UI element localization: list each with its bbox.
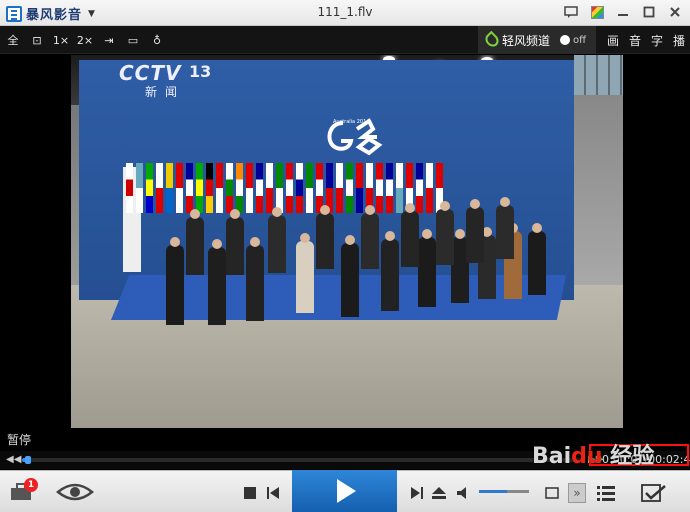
person [186, 209, 204, 275]
next-icon [411, 487, 423, 499]
stop-button[interactable] [242, 485, 258, 501]
speaker-icon [457, 487, 466, 499]
person [528, 223, 546, 295]
right-wall [574, 95, 623, 295]
app-menu[interactable]: 暴风影音 ▼ [6, 4, 95, 23]
audio-button[interactable]: 音 [624, 32, 646, 49]
flag [146, 163, 153, 213]
volume-slider[interactable] [479, 490, 529, 493]
progress-row: ◀◀ ▶▶ [0, 451, 690, 469]
subtitle-button[interactable]: 字 [646, 32, 668, 49]
g20-caption: Australia 2014 [333, 119, 370, 125]
leaf-icon [482, 30, 502, 50]
check-list-icon [641, 484, 666, 502]
play-icon [337, 479, 356, 503]
breeze-channel[interactable]: 轻风频道 off [478, 26, 596, 54]
person [418, 229, 436, 307]
eject-icon [432, 487, 446, 499]
person [466, 199, 484, 263]
breeze-toggle-state: off [573, 34, 587, 46]
person [246, 237, 264, 321]
person [268, 207, 286, 273]
top-toolbar: 全 ⊡ 1× 2× ⇥ ▭ ♁ 轻风频道 off 画 音 字 播 [0, 26, 690, 54]
playback-status: 暂停 [7, 433, 32, 447]
person [401, 203, 419, 267]
eject-button[interactable] [430, 485, 448, 501]
toggle-dot-icon [560, 35, 571, 45]
video-area[interactable]: CCTV 13 新闻 Australia 2014 [0, 55, 690, 428]
leaders-group [156, 197, 556, 325]
chat-icon[interactable] [562, 3, 580, 21]
zoom-1x-button[interactable]: 1× [52, 31, 70, 49]
screenshot-icon [545, 487, 559, 499]
check-list-button[interactable] [640, 483, 668, 503]
breeze-toggle[interactable]: off [560, 35, 586, 46]
person [166, 237, 184, 325]
minimize-button[interactable] [614, 3, 632, 21]
playlist-icon [597, 486, 615, 501]
expand-panel-button[interactable]: » [568, 483, 586, 503]
flag [136, 163, 143, 213]
toolbox-button[interactable]: 1 [8, 478, 38, 503]
title-bar: 暴风影音 ▼ 111_1.flv [0, 0, 690, 26]
person [381, 231, 399, 311]
video-frame: CCTV 13 新闻 Australia 2014 [71, 55, 623, 428]
breeze-channel-label: 轻风频道 [502, 33, 551, 48]
previous-icon [267, 487, 279, 499]
light-bulb-button[interactable]: ♁ [148, 31, 166, 49]
window-mode-button[interactable]: ▭ [124, 31, 142, 49]
person [208, 239, 226, 325]
app-name: 暴风影音 [26, 8, 83, 23]
person [361, 205, 379, 269]
previous-button[interactable] [264, 485, 282, 501]
person [436, 201, 454, 265]
playlist-button[interactable] [596, 483, 616, 503]
screenshot-button[interactable] [543, 485, 561, 501]
eye-button[interactable] [55, 480, 95, 504]
next-button[interactable] [408, 485, 426, 501]
person [341, 235, 359, 317]
double-chevron-right-icon: » [573, 486, 581, 500]
seek-bar-thumb[interactable] [24, 456, 31, 464]
person [316, 205, 334, 269]
view-controls: 全 ⊡ 1× 2× ⇥ ▭ ♁ [4, 31, 166, 49]
channel-number: 13 [189, 62, 212, 81]
play-button[interactable] [292, 470, 397, 512]
channel-logo: CCTV [119, 61, 182, 85]
window-controls [562, 3, 684, 21]
zoom-2x-button[interactable]: 2× [76, 31, 94, 49]
person [226, 209, 244, 275]
person [496, 197, 514, 259]
storm-logo-icon [6, 5, 22, 22]
fullscreen-button[interactable]: 全 [4, 31, 22, 49]
notification-badge: 1 [24, 478, 38, 492]
flag [126, 163, 133, 213]
seek-bar[interactable] [22, 456, 582, 464]
volume-slider-fill [479, 490, 507, 493]
skin-button[interactable] [588, 3, 606, 21]
channel-sub: 新闻 [145, 85, 186, 99]
rewind-icon[interactable]: ◀◀ [6, 454, 21, 465]
stop-icon [244, 487, 256, 499]
picture-button[interactable]: 画 [602, 32, 624, 49]
close-button[interactable] [666, 3, 684, 21]
time-highlight-box [589, 444, 689, 466]
palette-icon [590, 5, 604, 19]
maximize-button[interactable] [640, 3, 658, 21]
mini-mode-button[interactable]: ⊡ [28, 31, 46, 49]
playback-button[interactable]: 播 [668, 32, 690, 49]
person [296, 233, 314, 313]
toolbar-right: 轻风频道 off 画 音 字 播 [478, 26, 690, 54]
volume-button[interactable] [455, 485, 473, 501]
pin-top-button[interactable]: ⇥ [100, 31, 118, 49]
chevron-down-icon: ▼ [88, 8, 95, 19]
eye-icon [56, 483, 94, 501]
